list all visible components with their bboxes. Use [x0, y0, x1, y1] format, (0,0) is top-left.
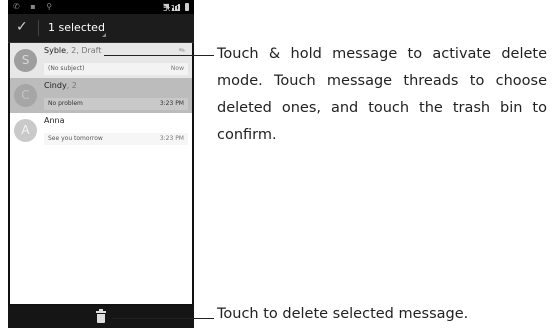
dropdown-triangle-icon — [102, 33, 106, 37]
selected-count-label[interactable]: 1 selected — [48, 21, 105, 34]
callout-line-top — [104, 55, 214, 56]
status-right: ◥ 5:12 PM — [163, 2, 189, 22]
message-thread-selected[interactable]: C Cindy, 2 No problem 3:23 PM — [10, 78, 192, 113]
battery-icon — [185, 2, 189, 11]
callout-delete-mode: Touch & hold message to activate delete … — [217, 46, 547, 143]
message-time: 3:23 PM — [159, 100, 184, 107]
status-bar: ✆ ▪ ⚲ ◥ 5:12 PM — [8, 0, 194, 22]
bottom-action-bar — [8, 306, 194, 328]
contact-name: Anna — [44, 116, 65, 125]
callout-line-bottom — [112, 318, 214, 319]
trash-icon[interactable] — [96, 309, 106, 323]
callout-delete-selected: Touch to delete selected message. — [217, 306, 469, 322]
divider — [38, 20, 39, 36]
message-preview: See you tomorrow 3:23 PM — [44, 133, 188, 145]
message-snippet: See you tomorrow — [48, 135, 103, 142]
avatar: C — [14, 84, 37, 107]
avatar: A — [14, 119, 37, 142]
message-time: 3:23 PM — [159, 135, 184, 142]
action-bar: ✓ 1 selected — [8, 14, 194, 43]
phone-screen: ✆ ▪ ⚲ ◥ 5:12 PM ✓ 1 selected S Syble, 2,… — [8, 0, 194, 328]
message-preview: No problem 3:23 PM — [44, 98, 188, 110]
contact-name: Cindy, 2 — [44, 81, 77, 90]
message-preview: (No subject) Now — [44, 63, 188, 75]
avatar: S — [14, 49, 37, 72]
message-thread[interactable]: A Anna See you tomorrow 3:23 PM — [10, 113, 192, 148]
message-time: Now — [170, 65, 184, 72]
check-icon[interactable]: ✓ — [16, 19, 28, 35]
message-list: S Syble, 2, Draft ✎ (No subject) Now C C… — [10, 43, 192, 304]
message-snippet: (No subject) — [48, 65, 85, 72]
message-snippet: No problem — [48, 100, 83, 107]
contact-name: Syble, 2, Draft — [44, 46, 102, 55]
notification-icons: ✆ ▪ ⚲ — [13, 2, 57, 11]
message-thread[interactable]: S Syble, 2, Draft ✎ (No subject) Now — [10, 43, 192, 78]
